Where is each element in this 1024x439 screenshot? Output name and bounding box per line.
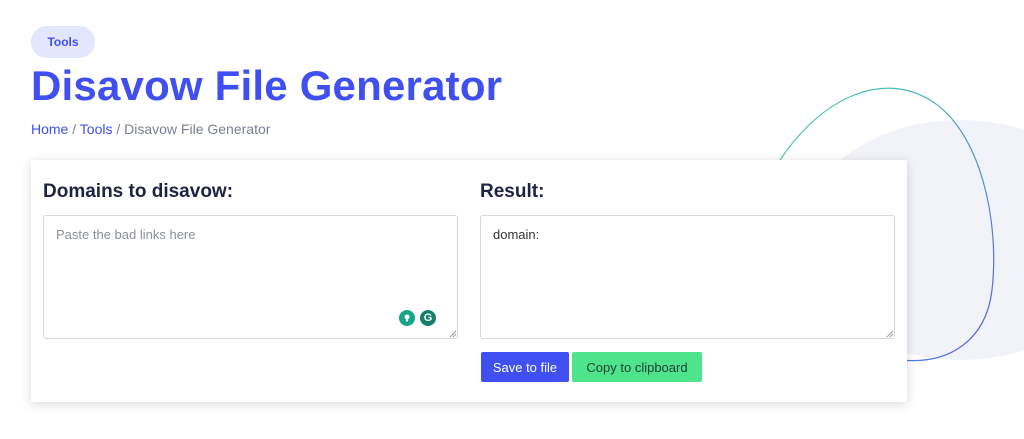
grammarly-extension[interactable]: G [399,308,438,328]
breadcrumb-tools-link[interactable]: Tools [80,121,113,137]
breadcrumb-separator: / [112,121,125,137]
breadcrumb-current: Disavow File Generator [124,121,271,137]
save-to-file-button[interactable]: Save to file [481,352,569,382]
tools-pill[interactable]: Tools [31,26,95,58]
grammarly-icon[interactable]: G [418,308,438,328]
domains-input[interactable] [43,215,458,339]
page-title: Disavow File Generator [31,62,503,109]
copy-to-clipboard-button[interactable]: Copy to clipboard [572,352,702,382]
lightbulb-icon[interactable] [399,310,415,326]
breadcrumb-separator: / [68,121,80,137]
resize-handle-icon[interactable] [449,330,457,338]
breadcrumb: Home / Tools / Disavow File Generator [31,121,270,137]
domains-section-title: Domains to disavow: [43,181,234,202]
breadcrumb-home-link[interactable]: Home [31,121,68,137]
resize-handle-icon[interactable] [886,330,894,338]
result-section-title: Result: [480,181,545,202]
generator-card: Domains to disavow: Result: G domain: Sa… [31,160,907,402]
result-output[interactable]: domain: [480,215,895,339]
tools-pill-label: Tools [47,35,79,49]
